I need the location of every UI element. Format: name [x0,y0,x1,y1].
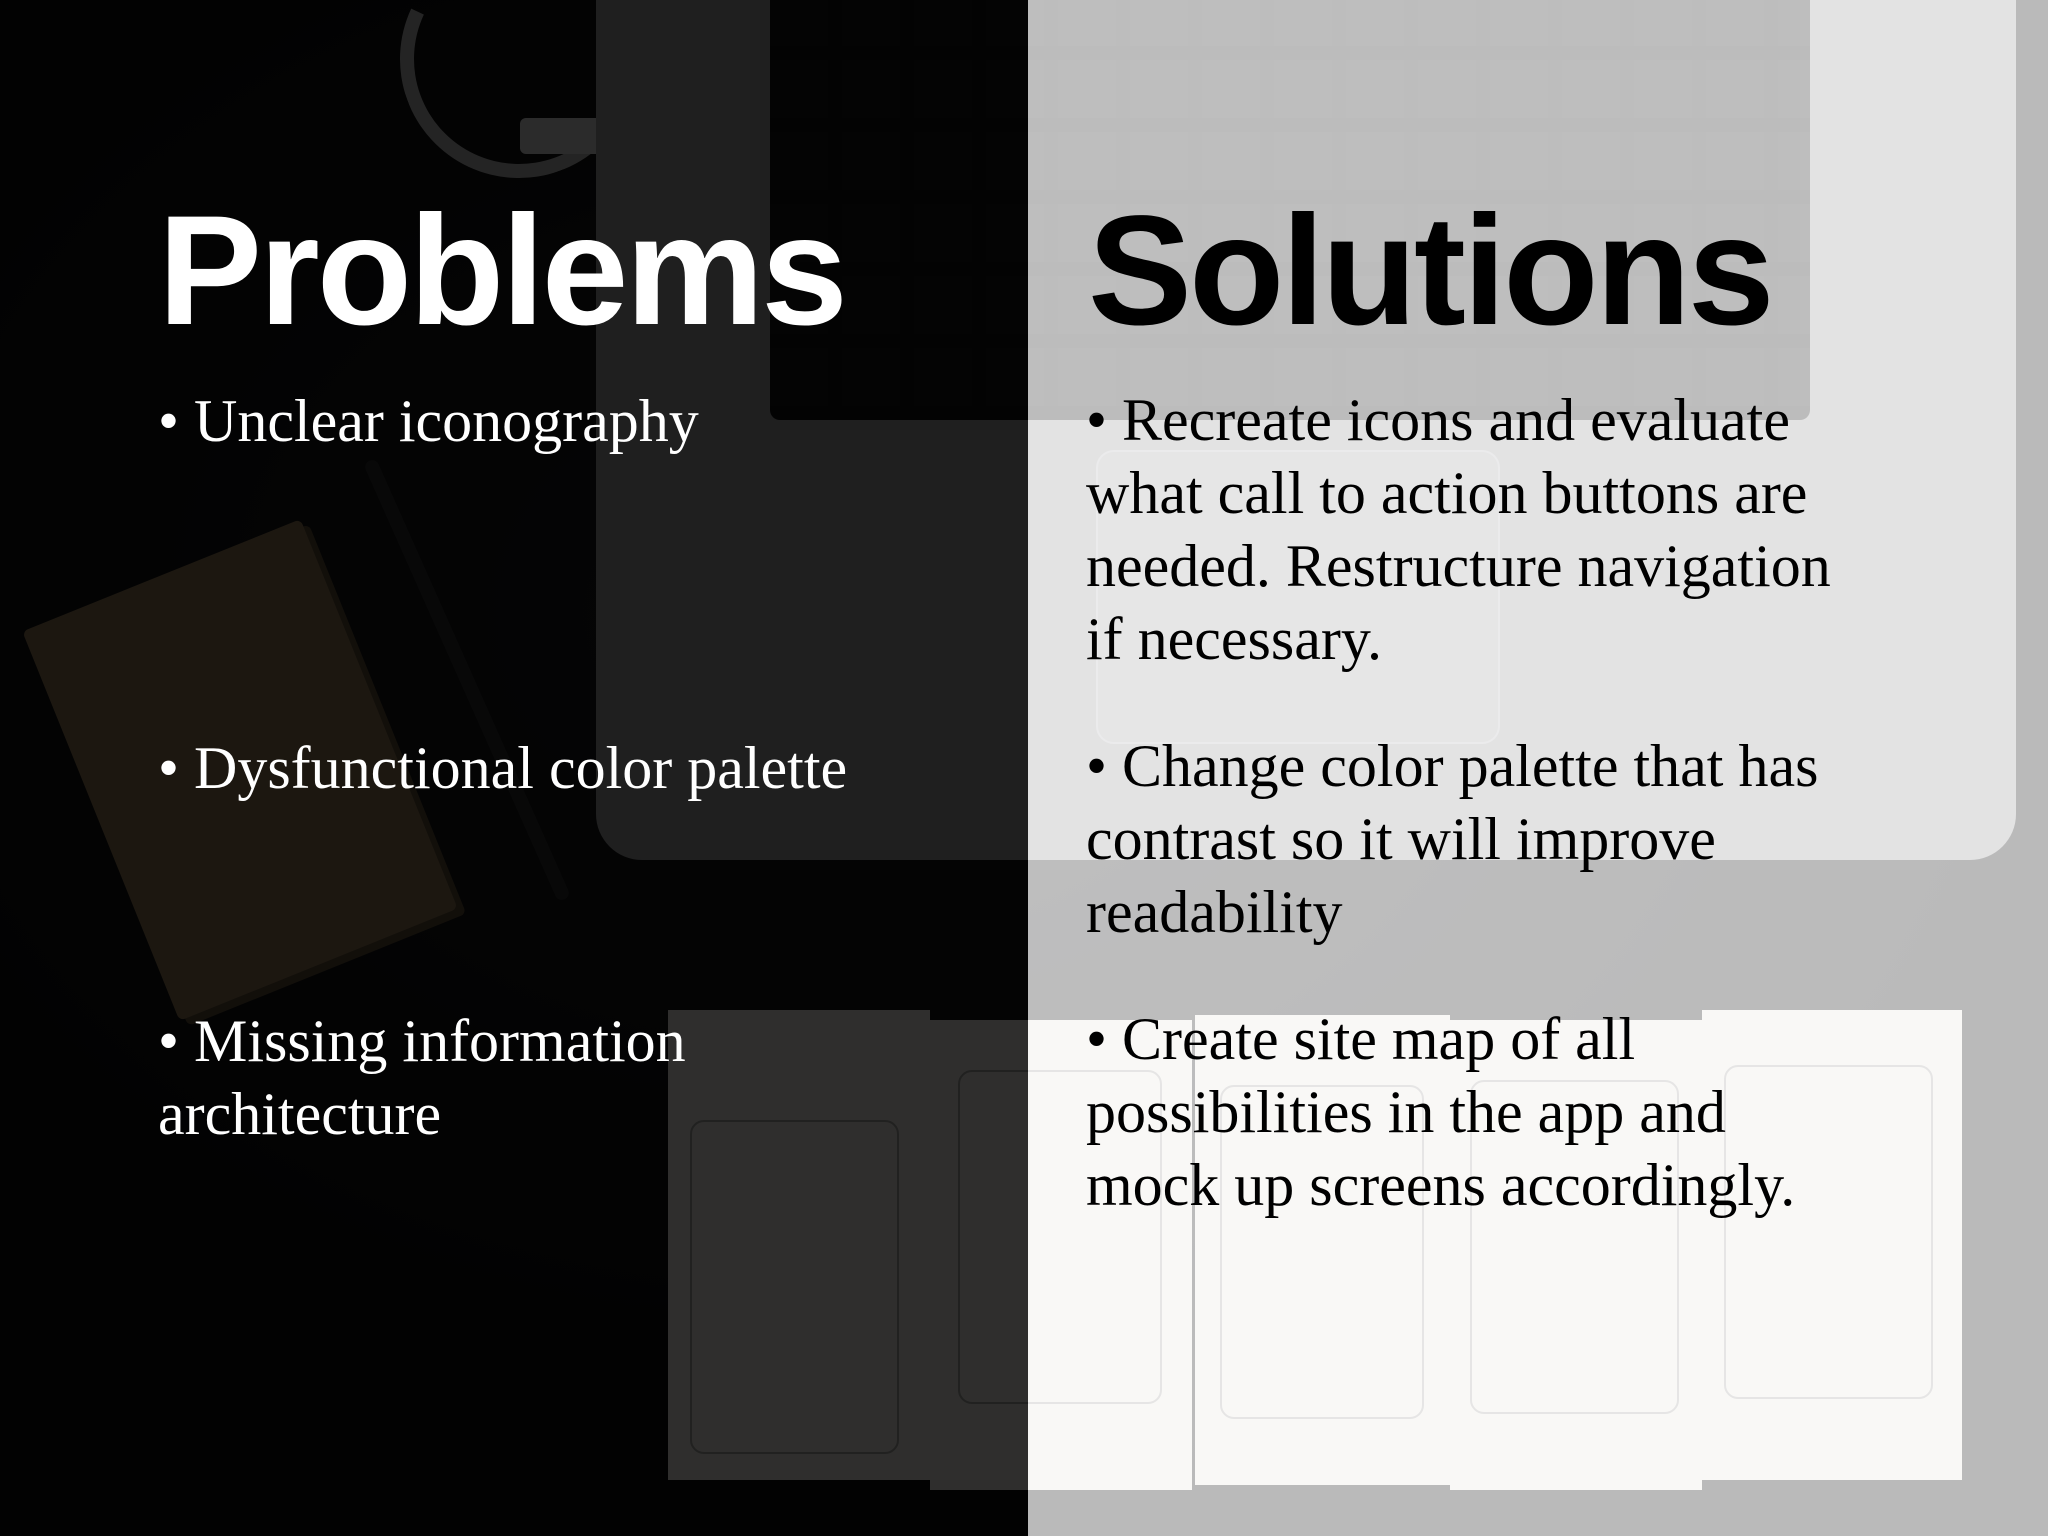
slide: Problems Solutions • Unclear iconography… [0,0,2048,1536]
problem-item-iconography: • Unclear iconography [158,388,699,454]
solution-item-icons: • Recreate icons and evaluate what call … [1086,387,1831,672]
solutions-heading: Solutions [1088,184,1775,358]
problem-item-color-palette: • Dysfunctional color palette [158,735,848,801]
problems-heading: Problems [158,184,848,358]
problem-item-information-architecture: • Missing information architecture [158,1008,686,1147]
solution-item-site-map: • Create site map of all possibilities i… [1086,1006,1796,1218]
solution-item-color-palette: • Change color palette that has contrast… [1086,733,1819,945]
